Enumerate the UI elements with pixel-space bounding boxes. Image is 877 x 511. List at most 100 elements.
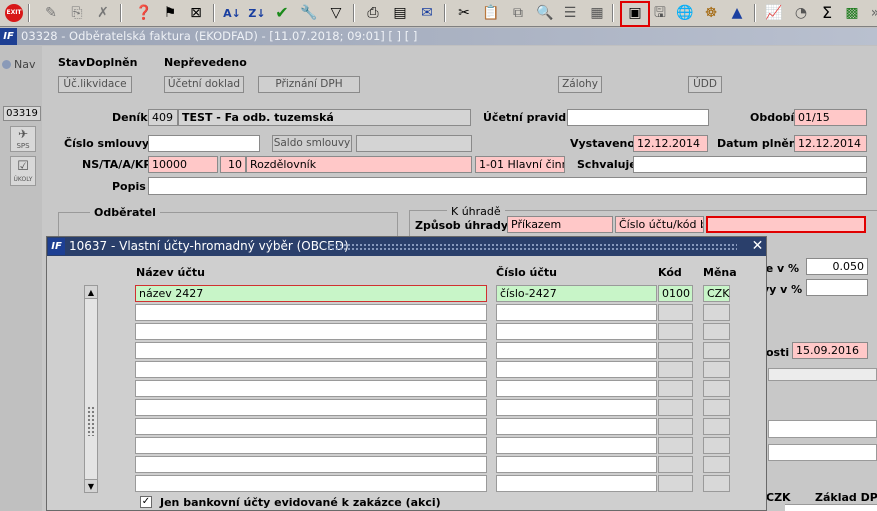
copy-record-button[interactable]: ⎘ — [67, 3, 87, 23]
cut-button[interactable]: ✂ — [454, 3, 474, 23]
save-button[interactable]: 🖫 — [650, 3, 670, 23]
print-button[interactable]: ⎙ — [363, 3, 383, 23]
priznani-dph-button[interactable]: Přiznání DPH — [258, 76, 360, 93]
row-3-mena[interactable] — [703, 323, 730, 340]
row-10-nazev[interactable] — [135, 456, 487, 473]
row-2-mena[interactable] — [703, 304, 730, 321]
ukoly-button[interactable]: ☑ ÚKOLY — [10, 156, 36, 186]
scroll-down-arrow-icon[interactable]: ▼ — [85, 479, 97, 492]
row-7-kod[interactable] — [658, 399, 693, 416]
side-field-c[interactable] — [768, 444, 877, 461]
triangle-button[interactable]: ▲ — [727, 3, 747, 23]
sort-desc-button[interactable]: Z↓ — [247, 3, 267, 23]
row-9-kod[interactable] — [658, 437, 693, 454]
list-button[interactable]: ☰ — [560, 3, 580, 23]
schvaluje-field[interactable] — [633, 156, 867, 173]
row-8-mena[interactable] — [703, 418, 730, 435]
row-11-cislo[interactable] — [496, 475, 657, 492]
row-8-nazev[interactable] — [135, 418, 487, 435]
confirm-button[interactable]: ✔ — [272, 3, 292, 23]
sum-button[interactable]: Σ — [817, 3, 837, 23]
uc-likvidace-button[interactable]: Úč.likvidace — [58, 76, 132, 93]
delete-record-button[interactable]: ✗ — [93, 3, 113, 23]
row-3-cislo[interactable] — [496, 323, 657, 340]
udd-button[interactable]: ÚDD — [688, 76, 722, 93]
globe-button[interactable]: 🌐 — [675, 3, 695, 23]
row-4-cislo[interactable] — [496, 342, 657, 359]
scroll-thumb-grip[interactable] — [87, 406, 95, 436]
ta-field[interactable]: 10 — [220, 156, 246, 173]
row-11-nazev[interactable] — [135, 475, 487, 492]
row-3-nazev[interactable] — [135, 323, 487, 340]
paste-button[interactable]: ⧉ — [508, 3, 528, 23]
row-6-mena[interactable] — [703, 380, 730, 397]
print-preview-button[interactable]: ▤ — [390, 3, 410, 23]
search-button[interactable]: 🔍 — [535, 3, 555, 23]
row-9-mena[interactable] — [703, 437, 730, 454]
row-10-cislo[interactable] — [496, 456, 657, 473]
scroll-up-arrow-icon[interactable]: ▲ — [85, 286, 97, 299]
wheel-button[interactable]: ☸ — [701, 3, 721, 23]
row-7-cislo[interactable] — [496, 399, 657, 416]
ns-field[interactable]: 10000 — [148, 156, 218, 173]
kp-field[interactable]: 1-01 Hlavní činnos — [475, 156, 565, 173]
cislo-smlouvy-field[interactable] — [148, 135, 260, 152]
execute-query-button[interactable]: ⚑ — [160, 3, 180, 23]
popis-field[interactable] — [148, 177, 867, 195]
row-5-cislo[interactable] — [496, 361, 657, 378]
sort-asc-button[interactable]: A↓ — [222, 3, 242, 23]
row-11-kod[interactable] — [658, 475, 693, 492]
denik-code-field[interactable]: 409 — [148, 109, 178, 126]
row-9-cislo[interactable] — [496, 437, 657, 454]
row-5-kod[interactable] — [658, 361, 693, 378]
row-4-nazev[interactable] — [135, 342, 487, 359]
zalohy-button[interactable]: Zálohy — [558, 76, 602, 93]
row-4-kod[interactable] — [658, 342, 693, 359]
side-field-b[interactable] — [768, 420, 877, 438]
row-6-cislo[interactable] — [496, 380, 657, 397]
grid-button[interactable]: ▦ — [587, 3, 607, 23]
sps-button[interactable]: ✈ SPS — [10, 126, 36, 152]
pct-field-1[interactable]: 0.050 — [806, 258, 868, 275]
pct-field-2[interactable] — [806, 279, 868, 296]
cislo-uctu-kod-field[interactable]: Číslo účtu/kód bar — [615, 216, 704, 233]
filter-button[interactable]: ▽ — [326, 3, 346, 23]
row-6-kod[interactable] — [658, 380, 693, 397]
cislo-uctu-value-field[interactable] — [706, 216, 866, 233]
zpusob-uhrady-field[interactable]: Příkazem — [507, 216, 613, 233]
ucetni-doklad-button[interactable]: Účetní doklad — [164, 76, 244, 93]
row-9-nazev[interactable] — [135, 437, 487, 454]
vystaveno-field[interactable]: 12.12.2014 — [633, 135, 708, 152]
exit-button[interactable]: EXIT — [4, 3, 24, 23]
gauge-button[interactable]: ◔ — [791, 3, 811, 23]
row-10-kod[interactable] — [658, 456, 693, 473]
row-2-kod[interactable] — [658, 304, 693, 321]
ucetni-pravidlo-field[interactable] — [567, 109, 709, 126]
row-2-nazev[interactable] — [135, 304, 487, 321]
copy-button[interactable]: 📋 — [481, 3, 501, 23]
row-7-mena[interactable] — [703, 399, 730, 416]
row-1-kod[interactable]: 0100 — [658, 285, 693, 302]
row-6-nazev[interactable] — [135, 380, 487, 397]
denik-name-field[interactable]: TEST - Fa odb. tuzemská — [178, 109, 471, 126]
row-11-mena[interactable] — [703, 475, 730, 492]
list-scrollbar[interactable]: ▲ ▼ — [84, 285, 98, 493]
row-5-nazev[interactable] — [135, 361, 487, 378]
row-8-cislo[interactable] — [496, 418, 657, 435]
saldo-smlouvy-button[interactable]: Saldo smlouvy — [272, 135, 352, 152]
more-button[interactable]: » — [865, 3, 877, 23]
row-7-nazev[interactable] — [135, 399, 487, 416]
arrow-new-button[interactable]: ✎ — [41, 3, 61, 23]
row-1-cislo[interactable]: číslo-2427 — [496, 285, 657, 302]
mail-button[interactable]: ✉ — [417, 3, 437, 23]
row-3-kod[interactable] — [658, 323, 693, 340]
ta-name-field[interactable]: Rozdělovník — [246, 156, 472, 173]
query-button[interactable]: ❓ — [134, 3, 154, 23]
row-1-nazev[interactable]: název 2427 — [135, 285, 487, 302]
row-2-cislo[interactable] — [496, 304, 657, 321]
chart-button[interactable]: 📈 — [764, 3, 784, 23]
row-5-mena[interactable] — [703, 361, 730, 378]
bank-accounts-checkbox[interactable]: ✓ — [140, 496, 152, 508]
nav-toggle[interactable]: Nav — [2, 57, 38, 71]
row-1-mena[interactable]: CZK — [703, 285, 730, 302]
